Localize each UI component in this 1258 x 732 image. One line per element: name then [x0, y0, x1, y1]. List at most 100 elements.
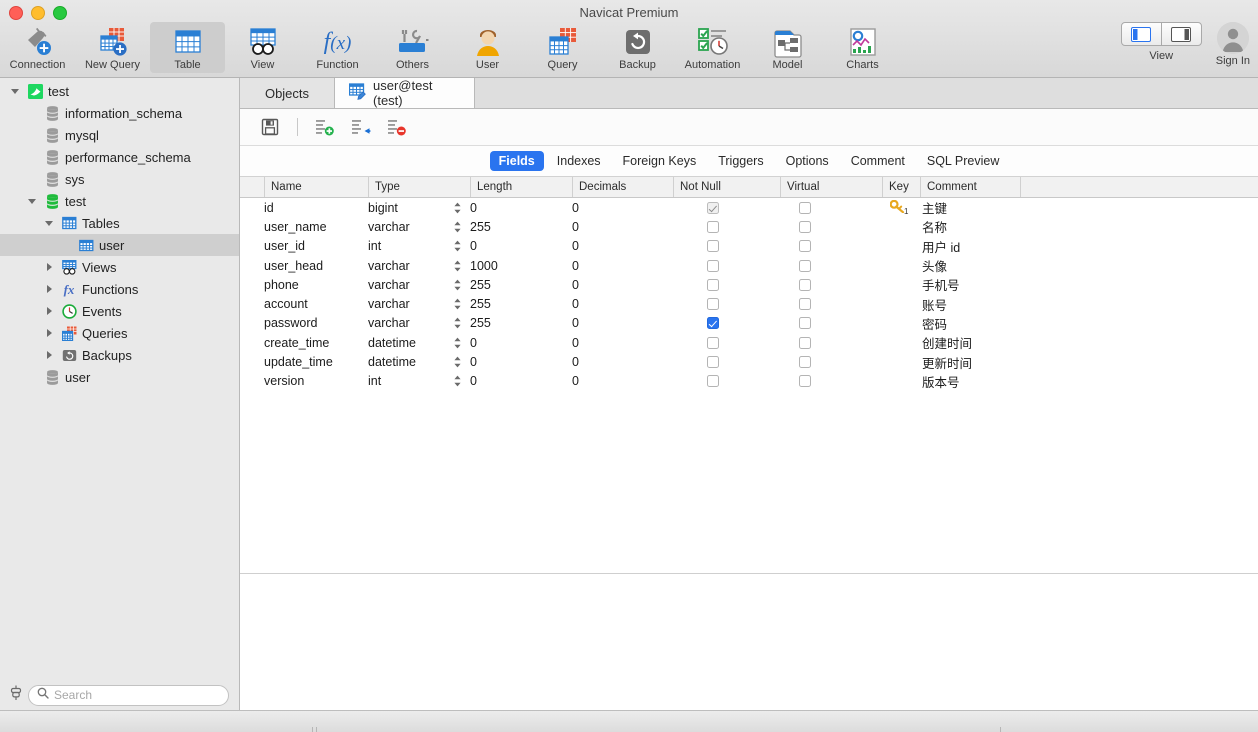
tree-item-views[interactable]: Views — [0, 256, 239, 278]
virtual-checkbox[interactable] — [799, 336, 811, 349]
twisty-collapsed-icon[interactable] — [46, 263, 52, 271]
cell-field-name[interactable]: user_id — [264, 237, 368, 256]
tree-item-tables[interactable]: Tables — [0, 212, 239, 234]
tree-item-functions[interactable]: fx Functions — [0, 278, 239, 300]
subtab-sql-preview[interactable]: SQL Preview — [918, 151, 1008, 171]
tab-user-test-test-[interactable]: user@test (test) — [335, 78, 475, 108]
tree-item-test[interactable]: test — [0, 190, 239, 212]
table-row[interactable]: user_head varchar 1000 0 头像 — [240, 256, 1258, 275]
tree-item-performance-schema[interactable]: performance_schema — [0, 146, 239, 168]
type-stepper-icon[interactable] — [453, 356, 462, 368]
toolbar-item-user[interactable]: User — [450, 22, 525, 73]
type-stepper-icon[interactable] — [453, 221, 462, 233]
cell-field-not-null[interactable] — [673, 314, 780, 333]
save-button[interactable] — [258, 115, 282, 139]
not-null-checkbox[interactable] — [706, 375, 719, 388]
not-null-checkbox[interactable] — [706, 240, 719, 253]
table-row[interactable]: password varchar 255 0 密码 — [240, 314, 1258, 333]
connection-filter-icon[interactable] — [10, 685, 22, 706]
cell-field-virtual[interactable] — [780, 352, 882, 371]
twisty-collapsed-icon[interactable] — [46, 351, 52, 359]
sidebar-right-panel-icon[interactable] — [1160, 23, 1201, 45]
insert-field-button[interactable] — [349, 115, 373, 139]
not-null-checkbox[interactable] — [706, 317, 719, 330]
cell-field-comment[interactable]: 更新时间 — [920, 352, 1160, 371]
cell-field-name[interactable]: user_head — [264, 256, 368, 275]
cell-field-length[interactable]: 0 — [470, 333, 572, 352]
cell-field-type[interactable]: datetime — [368, 352, 470, 371]
table-row[interactable]: user_name varchar 255 0 名称 — [240, 217, 1258, 236]
cell-field-length[interactable]: 255 — [470, 217, 572, 236]
cell-field-comment[interactable]: 版本号 — [920, 372, 1160, 391]
cell-field-name[interactable]: phone — [264, 275, 368, 294]
cell-field-type[interactable]: varchar — [368, 275, 470, 294]
twisty-expanded-icon[interactable] — [45, 220, 53, 226]
cell-field-decimals[interactable]: 0 — [572, 333, 673, 352]
tree-item-sys[interactable]: sys — [0, 168, 239, 190]
cell-field-not-null[interactable] — [673, 352, 780, 371]
cell-field-virtual[interactable] — [780, 372, 882, 391]
twisty-collapsed-icon[interactable] — [46, 329, 52, 337]
cell-field-length[interactable]: 1000 — [470, 256, 572, 275]
cell-field-type[interactable]: varchar — [368, 256, 470, 275]
toolbar-item-charts[interactable]: Charts — [825, 22, 900, 73]
toolbar-item-new-query[interactable]: New Query — [75, 22, 150, 73]
toolbar-item-model[interactable]: Model — [750, 22, 825, 73]
cell-field-key[interactable] — [882, 256, 920, 275]
virtual-checkbox[interactable] — [799, 278, 811, 291]
tree-item-test[interactable]: test — [0, 80, 239, 102]
cell-field-length[interactable]: 255 — [470, 295, 572, 314]
cell-field-virtual[interactable] — [780, 333, 882, 352]
delete-field-button[interactable] — [385, 115, 409, 139]
type-stepper-icon[interactable] — [453, 240, 462, 252]
toolbar-item-view[interactable]: View — [225, 22, 300, 73]
subtab-fields[interactable]: Fields — [489, 151, 544, 171]
cell-field-length[interactable]: 255 — [470, 314, 572, 333]
table-row[interactable]: phone varchar 255 0 手机号 — [240, 275, 1258, 294]
cell-field-key[interactable]: 1 — [882, 198, 920, 217]
cell-field-length[interactable]: 0 — [470, 198, 572, 217]
cell-field-virtual[interactable] — [780, 256, 882, 275]
cell-field-key[interactable] — [882, 333, 920, 352]
cell-field-type[interactable]: varchar — [368, 217, 470, 236]
table-row[interactable]: id bigint 0 0 1 主键 — [240, 198, 1258, 217]
cell-field-decimals[interactable]: 0 — [572, 217, 673, 236]
grid-header-virtual[interactable]: Virtual — [780, 177, 882, 197]
cell-field-key[interactable] — [882, 352, 920, 371]
type-stepper-icon[interactable] — [453, 202, 462, 214]
table-row[interactable]: user_id int 0 0 用户 id — [240, 237, 1258, 256]
cell-field-name[interactable]: version — [264, 372, 368, 391]
not-null-checkbox[interactable] — [706, 220, 719, 233]
cell-field-comment[interactable]: 主键 — [920, 198, 1160, 217]
type-stepper-icon[interactable] — [453, 375, 462, 387]
view-segmented-control[interactable] — [1120, 22, 1202, 46]
tab-objects[interactable]: Objects — [240, 78, 335, 108]
cell-field-type[interactable]: datetime — [368, 333, 470, 352]
virtual-checkbox[interactable] — [799, 240, 811, 253]
toolbar-item-table[interactable]: Table — [150, 22, 225, 73]
toolbar-item-connection[interactable]: Connection — [0, 22, 75, 73]
not-null-checkbox[interactable] — [706, 336, 719, 349]
tree-twisty[interactable] — [23, 198, 41, 204]
cell-field-decimals[interactable]: 0 — [572, 314, 673, 333]
cell-field-not-null[interactable] — [673, 198, 780, 217]
tree-twisty[interactable] — [40, 351, 58, 359]
cell-field-decimals[interactable]: 0 — [572, 237, 673, 256]
cell-field-name[interactable]: update_time — [264, 352, 368, 371]
grid-header-not-null[interactable]: Not Null — [673, 177, 780, 197]
not-null-checkbox[interactable] — [706, 356, 719, 369]
cell-field-key[interactable] — [882, 295, 920, 314]
sidebar-left-panel-icon[interactable] — [1122, 23, 1161, 45]
tree-item-backups[interactable]: Backups — [0, 344, 239, 366]
type-stepper-icon[interactable] — [453, 298, 462, 310]
type-stepper-icon[interactable] — [453, 317, 462, 329]
toolbar-item-function[interactable]: f(x) Function — [300, 22, 375, 73]
cell-field-key[interactable] — [882, 275, 920, 294]
cell-field-not-null[interactable] — [673, 295, 780, 314]
search-input[interactable]: Search — [28, 684, 229, 706]
grid-header-length[interactable]: Length — [470, 177, 572, 197]
cell-field-comment[interactable]: 名称 — [920, 217, 1160, 236]
subtab-comment[interactable]: Comment — [842, 151, 914, 171]
grid-header-decimals[interactable]: Decimals — [572, 177, 673, 197]
table-row[interactable]: create_time datetime 0 0 创建时间 — [240, 333, 1258, 352]
